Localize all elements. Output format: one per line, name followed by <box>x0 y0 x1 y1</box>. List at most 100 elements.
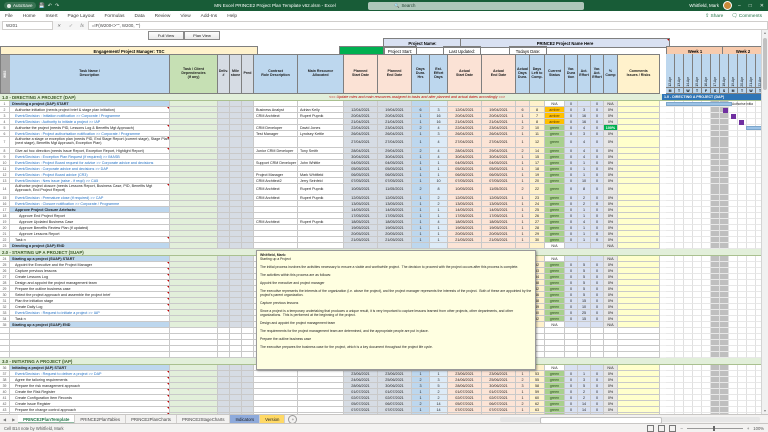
page-break-view-icon[interactable] <box>669 425 676 432</box>
resource-cell[interactable]: Rupert Pupnik <box>298 184 344 195</box>
fx-icon[interactable]: fx <box>80 23 83 28</box>
act-effort-cell[interactable] <box>578 243 591 249</box>
comments-cell[interactable] <box>618 184 660 195</box>
share-button[interactable]: ⇪ Share <box>705 14 723 19</box>
gantt-cell[interactable] <box>666 352 675 358</box>
ribbon-tab-file[interactable]: File <box>0 14 18 19</box>
gantt-cell[interactable] <box>747 137 756 148</box>
gantt-cell[interactable] <box>711 243 720 249</box>
status-cell[interactable]: N/A <box>545 243 565 249</box>
zoom-slider-knob[interactable] <box>713 426 715 431</box>
comments-cell[interactable] <box>618 243 660 249</box>
var-act-effort-cell[interactable] <box>591 243 604 249</box>
empty-cell[interactable] <box>230 352 242 358</box>
actual-start-cell[interactable]: 10/05/2021 <box>448 184 482 195</box>
autosave-toggle[interactable]: AutoSave <box>4 2 36 9</box>
task-name-cell[interactable]: Authorise a stage or exception plan (nee… <box>10 137 170 148</box>
pred-cell[interactable] <box>242 137 254 148</box>
gantt-cell[interactable] <box>711 184 720 195</box>
act-effort-cell[interactable]: 8 <box>578 184 591 195</box>
avatar[interactable] <box>723 1 732 10</box>
planned-end-cell[interactable] <box>378 243 412 249</box>
gantt-cell[interactable] <box>747 184 756 195</box>
gantt-cell[interactable] <box>702 352 711 358</box>
gantt-cell[interactable] <box>693 243 702 249</box>
gantt-cell[interactable] <box>675 184 684 195</box>
empty-cell[interactable] <box>578 352 591 358</box>
actual-start-cell[interactable] <box>448 243 482 249</box>
planned-start-cell[interactable]: 10/05/2021 <box>344 184 378 195</box>
gantt-cell[interactable] <box>675 243 684 249</box>
plan-view-button[interactable]: Plan View <box>184 31 220 40</box>
planned-end-cell[interactable]: 27/04/2021 <box>378 137 412 148</box>
scroll-up-icon[interactable]: ▲ <box>762 30 768 36</box>
empty-cell[interactable] <box>618 352 660 358</box>
gantt-cell[interactable] <box>738 184 747 195</box>
var-duration-cell[interactable] <box>565 243 578 249</box>
empty-cell[interactable] <box>242 352 254 358</box>
gantt-cell[interactable] <box>684 243 693 249</box>
tab-nav-left-icon[interactable]: ◀ <box>0 417 9 422</box>
formula-input[interactable]: =IF(W200<>"", W200, "") <box>88 21 768 30</box>
role-cell[interactable]: CRM Architect <box>254 184 298 195</box>
cancel-icon[interactable]: ✕ <box>57 23 61 29</box>
ribbon-tab-home[interactable]: Home <box>18 14 41 19</box>
undo-icon[interactable]: ↶ <box>48 3 52 9</box>
zoom-in-icon[interactable]: + <box>747 426 749 431</box>
gantt-cell[interactable] <box>693 352 702 358</box>
deliv-cell[interactable] <box>218 137 230 148</box>
var-duration-cell[interactable]: 0 <box>565 137 578 148</box>
wbs-cell[interactable]: 7 <box>0 137 10 148</box>
empty-cell[interactable] <box>591 352 604 358</box>
planned-start-cell[interactable]: 27/04/2021 <box>344 137 378 148</box>
horizontal-scrollbar[interactable] <box>500 417 760 422</box>
gantt-cell[interactable] <box>711 352 720 358</box>
gantt-cell[interactable] <box>675 137 684 148</box>
ribbon-tab-add-ins[interactable]: Add-Ins <box>196 14 223 19</box>
gantt-cell[interactable] <box>693 137 702 148</box>
est-effort-cell[interactable]: 8 <box>430 184 448 195</box>
milestone-cell[interactable] <box>230 184 242 195</box>
empty-cell[interactable] <box>545 352 565 358</box>
empty-cell[interactable] <box>218 352 230 358</box>
vertical-scrollbar[interactable]: ▲ ▼ <box>761 30 768 414</box>
pct-comp-cell[interactable]: 0% <box>604 184 618 195</box>
days-duration-cell[interactable]: 2 <box>412 184 430 195</box>
gantt-cell[interactable] <box>720 243 729 249</box>
pct-comp-cell[interactable]: 0% <box>604 137 618 148</box>
milestone-cell[interactable] <box>230 243 242 249</box>
project-name-value[interactable]: PRINCE2 Project Name Here <box>460 38 670 48</box>
milestone-cell[interactable] <box>230 137 242 148</box>
status-cell[interactable]: green <box>545 184 565 195</box>
gantt-cell[interactable] <box>720 352 729 358</box>
minimize-icon[interactable]: – <box>736 3 743 9</box>
var-duration-cell[interactable]: 0 <box>565 184 578 195</box>
gantt-cell[interactable] <box>702 137 711 148</box>
gantt-cell[interactable] <box>729 352 738 358</box>
zoom-slider[interactable] <box>687 428 743 429</box>
ribbon-tab-page-layout[interactable]: Page Layout <box>63 14 100 19</box>
gantt-cell[interactable] <box>666 243 675 249</box>
gantt-cell[interactable] <box>729 184 738 195</box>
est-effort-cell[interactable] <box>430 243 448 249</box>
status-cell[interactable]: green <box>545 137 565 148</box>
empty-cell[interactable] <box>170 352 218 358</box>
redo-icon[interactable]: ↷ <box>55 3 59 9</box>
gantt-cell[interactable] <box>693 184 702 195</box>
enter-icon[interactable]: ✓ <box>69 23 73 29</box>
gantt-cell[interactable] <box>711 137 720 148</box>
deliv-cell[interactable] <box>218 184 230 195</box>
ribbon-tab-data[interactable]: Data <box>129 14 149 19</box>
deliv-cell[interactable] <box>218 243 230 249</box>
gantt-cell[interactable] <box>684 184 693 195</box>
tab-nav-right-icon[interactable]: ▶ <box>9 417 18 422</box>
user-name[interactable]: Whitfield, Mark <box>689 3 719 8</box>
normal-view-icon[interactable] <box>647 425 654 432</box>
name-box[interactable]: W201 <box>2 21 53 30</box>
days-left-cell[interactable]: 12 <box>530 137 545 148</box>
est-effort-cell[interactable]: 4 <box>430 137 448 148</box>
gantt-cell[interactable] <box>747 352 756 358</box>
gantt-cell[interactable] <box>675 352 684 358</box>
dependencies-cell[interactable] <box>170 137 218 148</box>
planned-start-cell[interactable] <box>344 243 378 249</box>
